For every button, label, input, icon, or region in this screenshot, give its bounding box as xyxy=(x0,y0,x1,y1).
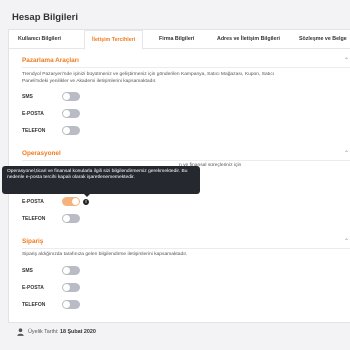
section-description-marketing: Trendyol Pazaryeri'nde işinizi büyütmeni… xyxy=(22,72,275,84)
toggle-knob xyxy=(63,110,70,117)
email-locked-tooltip: Operasyonel,ticari ve finansal konularla… xyxy=(2,166,200,197)
tab-company-info[interactable]: Firma Bilgileri xyxy=(159,30,194,49)
row-label-email: E-POSTA xyxy=(22,285,44,291)
divider xyxy=(22,160,350,161)
page-title: Hesap Bilgileri xyxy=(12,12,78,23)
section-title-operational: Operasyonel xyxy=(22,150,61,157)
toggle-orders-phone[interactable] xyxy=(62,300,80,309)
row-label-phone: TELEFON xyxy=(22,216,46,222)
toggle-knob xyxy=(63,127,70,134)
toggle-knob xyxy=(63,284,70,291)
toggle-operational-phone[interactable] xyxy=(62,214,80,223)
section-description-orders: Sipariş aldığınızda tarafınıza gelen bil… xyxy=(22,252,188,257)
membership-label: Üyelik Tarihi: xyxy=(28,329,59,335)
toggle-marketing-phone[interactable] xyxy=(62,126,80,135)
membership-date-value: 18 Şubat 2020 xyxy=(59,329,96,335)
toggle-knob xyxy=(63,93,70,100)
toggle-knob xyxy=(72,198,79,205)
divider xyxy=(22,67,350,68)
tab-contracts[interactable]: Sözleşme ve Belge xyxy=(299,30,347,49)
row-label-phone: TELEFON xyxy=(22,302,46,308)
section-title-orders: Sipariş xyxy=(22,238,44,245)
tab-address-contact[interactable]: Adres ve İletişim Bilgileri xyxy=(217,30,280,49)
toggle-knob xyxy=(63,301,70,308)
toggle-orders-sms[interactable] xyxy=(62,266,80,275)
row-label-email: E-POSTA xyxy=(22,111,44,117)
tab-communication-preferences[interactable]: İletişim Tercihleri xyxy=(84,30,144,50)
tab-bar: Kullanıcı Bilgileri İletişim Tercihleri … xyxy=(9,30,350,50)
row-label-sms: SMS xyxy=(22,268,33,274)
chevron-up-icon[interactable]: ⌃ xyxy=(344,151,350,157)
chevron-up-icon[interactable]: ⌃ xyxy=(344,239,350,245)
tab-user-info[interactable]: Kullanıcı Bilgileri xyxy=(18,30,61,49)
toggle-orders-email[interactable] xyxy=(62,283,80,292)
toggle-knob xyxy=(63,215,70,222)
toggle-operational-email[interactable] xyxy=(62,197,80,206)
info-icon[interactable]: ! xyxy=(83,199,89,205)
row-label-sms: SMS xyxy=(22,94,33,100)
row-label-phone: TELEFON xyxy=(22,128,46,134)
toggle-marketing-sms[interactable] xyxy=(62,92,80,101)
row-label-email: E-POSTA xyxy=(22,199,44,205)
divider xyxy=(22,248,350,249)
toggle-marketing-email[interactable] xyxy=(62,109,80,118)
chevron-up-icon[interactable]: ⌃ xyxy=(344,58,350,64)
user-icon xyxy=(17,328,24,336)
toggle-knob xyxy=(63,267,70,274)
membership-date: Üyelik Tarihi: 18 Şubat 2020 xyxy=(28,329,96,335)
section-title-marketing: Pazarlama Araçları xyxy=(22,57,79,64)
